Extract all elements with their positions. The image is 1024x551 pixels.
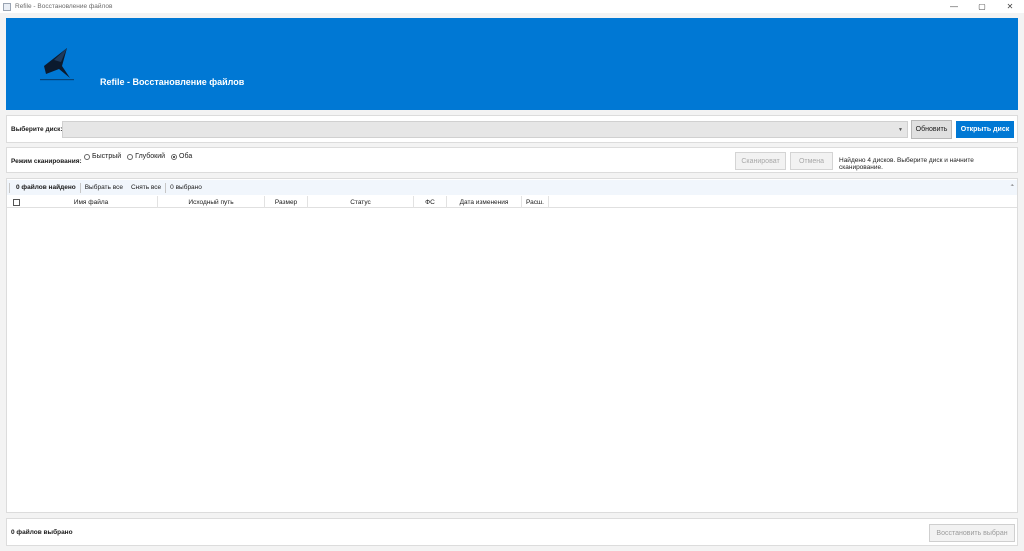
overflow-icon[interactable]: ⩡ [1011, 183, 1014, 190]
cancel-button[interactable]: Отмена [790, 152, 833, 170]
column-header-fs[interactable]: ФС [414, 196, 447, 208]
maximize-button[interactable]: ▢ [968, 0, 996, 13]
radio-both[interactable] [171, 153, 178, 160]
refresh-button[interactable]: Обновить [911, 120, 952, 139]
scan-mode-radio-group: Быстрый Глубокий Оба [84, 153, 192, 160]
files-selected-count: 0 выбрано [170, 184, 202, 191]
footer-selected-count: 0 файлов выбрано [11, 529, 73, 536]
toolbar-divider [9, 182, 10, 193]
files-toolbar: 0 файлов найдено Выбрать все Снять все 0… [7, 180, 1017, 195]
radio-quick[interactable] [84, 153, 90, 160]
radio-deep-label: Глубокий [135, 153, 166, 160]
scan-status-text: Найдено 4 дисков. Выберите диск и начнит… [839, 157, 974, 171]
files-panel: 0 файлов найдено Выбрать все Снять все 0… [6, 178, 1018, 513]
file-grid-header: Имя файла Исходный путь Размер Статус ФС… [7, 196, 1017, 208]
open-disk-button[interactable]: Открыть диск [956, 121, 1014, 138]
restore-selected-button[interactable]: Восстановить выбран [929, 524, 1015, 542]
scan-button[interactable]: Сканироват [735, 152, 786, 170]
column-header-status[interactable]: Статус [308, 196, 414, 208]
minimize-button[interactable]: — [940, 0, 968, 13]
radio-quick-label: Быстрый [92, 153, 122, 160]
disk-selection-panel: Выберите диск: ▼ Обновить Открыть диск [6, 115, 1018, 143]
footer-panel: 0 файлов выбрано Восстановить выбран [6, 518, 1018, 546]
app-logo-icon [40, 48, 74, 81]
select-all-button[interactable]: Выбрать все [81, 182, 127, 193]
app-icon [3, 2, 11, 11]
column-header-size[interactable]: Размер [265, 196, 308, 208]
select-all-checkbox[interactable] [12, 198, 20, 206]
scan-mode-label: Режим сканирования: [11, 158, 82, 165]
title-bar: Refile - Восстановление файлов — ▢ ✕ [0, 0, 1024, 13]
select-all-column[interactable] [7, 196, 25, 208]
column-header-ext[interactable]: Расш. [522, 196, 549, 208]
window-controls: — ▢ ✕ [940, 0, 1024, 13]
app-window: Refile - Восстановление файлов — ▢ ✕ Ref… [0, 0, 1024, 551]
radio-deep[interactable] [127, 153, 134, 160]
column-header-path[interactable]: Исходный путь [158, 196, 265, 208]
disk-dropdown[interactable]: ▼ [62, 121, 908, 138]
files-found-count: 0 файлов найдено [16, 184, 76, 191]
radio-both-label: Оба [179, 153, 193, 160]
close-button[interactable]: ✕ [996, 0, 1024, 13]
scan-mode-deep[interactable]: Глубокий [127, 153, 165, 160]
scan-mode-panel: Режим сканирования: Быстрый Глубокий Оба… [6, 147, 1018, 173]
disk-label: Выберите диск: [11, 126, 63, 133]
scan-mode-quick[interactable]: Быстрый [84, 153, 121, 160]
column-header-date[interactable]: Дата изменения [447, 196, 522, 208]
chevron-down-icon: ▼ [898, 127, 903, 133]
scan-mode-both[interactable]: Оба [171, 153, 192, 160]
header-banner: Refile - Восстановление файлов [6, 18, 1018, 110]
header-title: Refile - Восстановление файлов [100, 77, 245, 87]
column-header-name[interactable]: Имя файла [25, 196, 158, 208]
deselect-all-button[interactable]: Снять все [127, 182, 165, 193]
window-title: Refile - Восстановление файлов [15, 3, 113, 10]
